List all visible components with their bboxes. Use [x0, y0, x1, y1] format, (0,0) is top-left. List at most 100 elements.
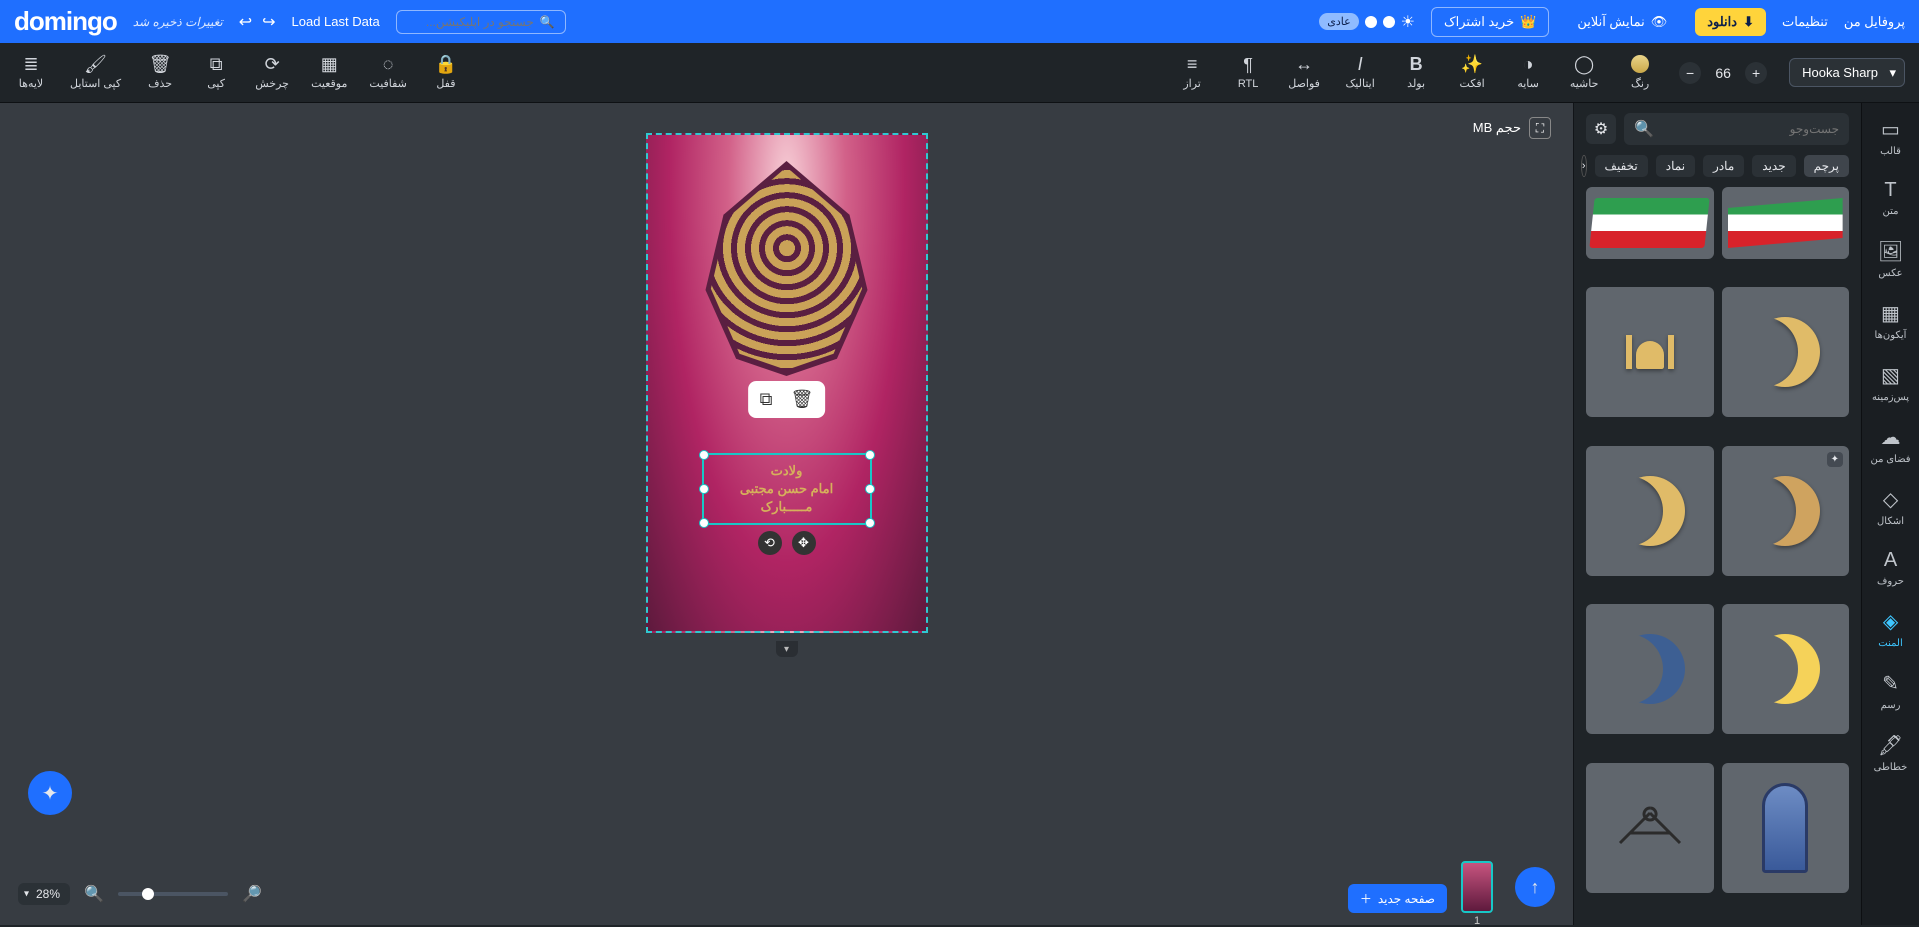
font-size-value[interactable]: 66	[1709, 65, 1737, 81]
undo-redo-group: ↪ ↩	[239, 12, 276, 32]
tool-border[interactable]: ◯حاشیه	[1567, 55, 1601, 90]
preview-button[interactable]: 👁 نمایش آنلاین	[1565, 8, 1679, 36]
new-page-button[interactable]: ＋ صفحه جدید	[1348, 884, 1447, 913]
undo-icon[interactable]: ↩	[239, 12, 252, 32]
tool-rtl[interactable]: ¶RTL	[1231, 56, 1265, 90]
tool-layers[interactable]: ≣لایه‌ها	[14, 55, 48, 90]
tool-effect[interactable]: ✨افکت	[1455, 55, 1489, 90]
zoom-slider-knob[interactable]	[142, 888, 154, 900]
zoom-value[interactable]: 28%	[18, 883, 70, 905]
asset-moon-smooth[interactable]: ✦	[1722, 446, 1850, 576]
font-family-select[interactable]: Hooka Sharp	[1789, 58, 1905, 87]
asset-flag-brush[interactable]	[1722, 187, 1850, 259]
selection-controls: ⟲ ✥	[758, 531, 816, 555]
move-handle[interactable]: ✥	[792, 531, 816, 555]
tool-italic-label: ایتالیک	[1345, 77, 1374, 90]
rail-calligraphy[interactable]: 🖋خطاطی	[1862, 729, 1919, 777]
tool-opacity[interactable]: ◌شفافیت	[369, 55, 407, 90]
subscribe-button[interactable]: 👑 خرید اشتراک	[1431, 7, 1549, 37]
canvas-size-badge[interactable]: MB حجم ⛶	[1473, 117, 1551, 139]
tool-rotate[interactable]: ⟳چرخش	[255, 55, 289, 90]
rail-letters[interactable]: Aحروف	[1862, 545, 1919, 591]
mode-toggle[interactable]: ☀ عادی	[1319, 12, 1415, 32]
rail-template-label: قالب	[1880, 146, 1901, 157]
asset-window-ornate[interactable]	[1722, 763, 1850, 893]
rail-icons[interactable]: ▦آیکون‌ها	[1862, 297, 1919, 345]
load-last-data-button[interactable]: Load Last Data	[292, 14, 380, 29]
chip-mother[interactable]: مادر	[1703, 155, 1744, 177]
tool-spacing[interactable]: ↔فواصل	[1287, 55, 1321, 90]
rotate-handle[interactable]: ⟲	[758, 531, 782, 555]
asset-moon-yellow[interactable]	[1722, 604, 1850, 734]
magic-button[interactable]: ✦	[28, 771, 72, 815]
asset-mosque-clouds[interactable]	[1586, 287, 1714, 417]
chip-symbol[interactable]: نماد	[1656, 155, 1695, 177]
flag-brush-shape	[1728, 198, 1843, 248]
handle-mid-right[interactable]	[865, 484, 875, 494]
asset-moon-lanterns[interactable]	[1586, 446, 1714, 576]
profile-link[interactable]: پروفایل من	[1844, 14, 1905, 30]
rail-element[interactable]: ◈المنت	[1862, 605, 1919, 653]
asset-search[interactable]: 🔍	[1624, 113, 1849, 145]
rail-draw[interactable]: ✎رسم	[1862, 667, 1919, 715]
tool-delete[interactable]: 🗑حذف	[143, 55, 177, 90]
rail-background[interactable]: ▧پس‌زمینه	[1862, 359, 1919, 407]
calligraphy-artwork[interactable]	[697, 161, 877, 376]
download-button[interactable]: ⬇ دانلود	[1695, 8, 1766, 36]
font-size-decrease[interactable]: −	[1679, 62, 1701, 84]
chips-scroll-left[interactable]: ‹	[1581, 155, 1587, 177]
text-line-3[interactable]: مـــــبارک	[761, 499, 813, 515]
tool-copy-style[interactable]: 🖌کپی استایل	[70, 55, 121, 90]
canvas-expand-down[interactable]: ▾	[776, 641, 798, 657]
rail-text[interactable]: Tمتن	[1862, 175, 1919, 221]
redo-icon[interactable]: ↪	[262, 12, 275, 32]
scroll-top-button[interactable]: ↑	[1515, 867, 1555, 907]
chip-discount[interactable]: تخفیف	[1595, 155, 1648, 177]
tool-italic[interactable]: Iایتالیک	[1343, 55, 1377, 90]
app-search[interactable]: 🔍	[396, 10, 566, 34]
rail-shapes[interactable]: ◇اشکال	[1862, 483, 1919, 531]
tool-copy-style-label: کپی استایل	[70, 77, 121, 90]
asset-flag-waving[interactable]	[1586, 187, 1714, 259]
page-thumbnail-1[interactable]: 1	[1461, 861, 1493, 913]
text-line-2[interactable]: امام حسن مجتبی	[740, 481, 833, 497]
rail-element-label: المنت	[1878, 638, 1902, 649]
moon-ornate-shape	[1750, 317, 1820, 387]
handle-top-left[interactable]	[699, 450, 709, 460]
tool-bold[interactable]: Bبولد	[1399, 55, 1433, 90]
tool-shadow[interactable]: ◑سایه	[1511, 55, 1545, 90]
handle-mid-left[interactable]	[699, 484, 709, 494]
zoom-out-icon[interactable]: 🔎	[242, 884, 262, 904]
rail-photo[interactable]: 🖼عکس	[1862, 235, 1919, 283]
chip-flag[interactable]: پرچم	[1804, 155, 1849, 177]
tool-align[interactable]: ≡تراز	[1175, 55, 1209, 90]
text-selection[interactable]: ولادت امام حسن مجتبی مـــــبارک	[702, 453, 872, 525]
zoom-slider[interactable]	[118, 892, 228, 896]
settings-link[interactable]: تنظیمات	[1782, 14, 1828, 30]
rail-template[interactable]: ▭قالب	[1862, 113, 1919, 161]
zoom-in-icon[interactable]: 🔍	[84, 884, 104, 904]
tool-spacing-label: فواصل	[1288, 77, 1320, 90]
asset-faravahar[interactable]	[1586, 763, 1714, 893]
lock-icon: 🔒	[435, 55, 457, 73]
asset-moon-blue[interactable]	[1586, 604, 1714, 734]
font-size-increase[interactable]: +	[1745, 62, 1767, 84]
duplicate-icon[interactable]: ⧉	[760, 389, 773, 410]
tool-lock[interactable]: 🔒قفل	[429, 55, 463, 90]
tool-copy[interactable]: ⧉کپی	[199, 55, 233, 90]
tool-position[interactable]: ▦موقعیت	[311, 55, 347, 90]
tool-color[interactable]: رنگ	[1623, 55, 1657, 90]
text-line-1[interactable]: ولادت	[771, 463, 803, 479]
feather-icon: 🖋	[1878, 733, 1903, 758]
handle-bottom-right[interactable]	[865, 518, 875, 528]
asset-moon-ornate[interactable]	[1722, 287, 1850, 417]
asset-search-input[interactable]	[1660, 122, 1839, 136]
handle-bottom-left[interactable]	[699, 518, 709, 528]
delete-icon[interactable]: 🗑	[791, 389, 814, 410]
rail-myspace[interactable]: ☁فضای من	[1862, 421, 1919, 469]
filter-button[interactable]: ⚙	[1586, 114, 1616, 144]
chip-new[interactable]: جدید	[1752, 155, 1795, 177]
handle-top-right[interactable]	[865, 450, 875, 460]
canvas-frame[interactable]: ⧉ 🗑 ولادت امام حسن مجتبی مـــــبارک ⟲ ✥ …	[646, 133, 928, 633]
app-search-input[interactable]	[407, 15, 534, 29]
